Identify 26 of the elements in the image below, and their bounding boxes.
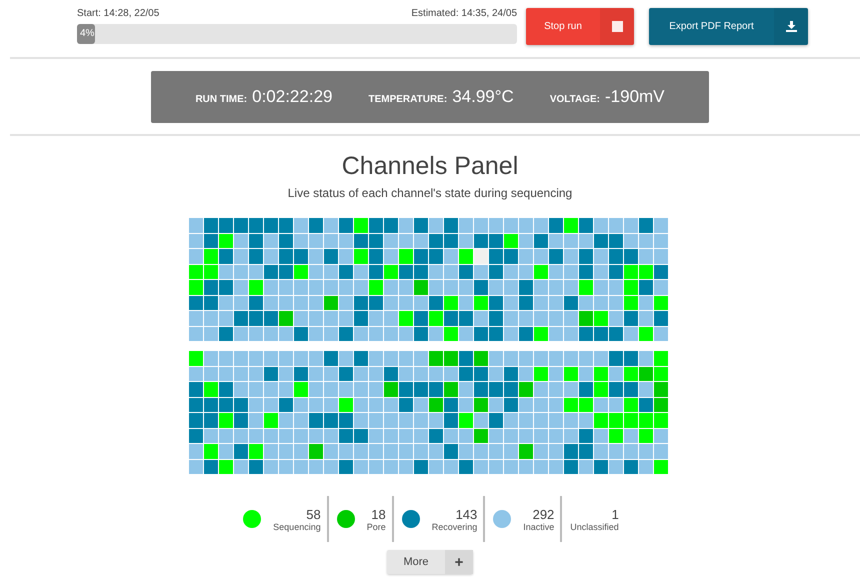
stat-label: TEMPERATURE: — [368, 94, 448, 105]
more-button[interactable]: More + — [387, 550, 473, 574]
estimated-time: Estimated: 14:35, 24/05 — [411, 8, 517, 21]
stat-value: -190mV — [605, 87, 665, 107]
stat-value: 0:02:22:29 — [252, 87, 332, 107]
stat-value: 34.99°C — [452, 87, 514, 107]
stop-icon — [612, 21, 622, 32]
legend-count: 58 — [306, 506, 321, 522]
download-icon — [786, 21, 796, 32]
stop-run-button[interactable]: Stop run — [526, 8, 634, 45]
legend-label: Unclassified — [570, 522, 619, 532]
legend-label: Sequencing — [273, 522, 321, 532]
legend-label: Recovering — [432, 522, 478, 532]
stat-label: RUN TIME: — [195, 94, 248, 105]
legend-count: 292 — [532, 506, 554, 522]
legend-count: 143 — [456, 506, 478, 522]
export-report-button[interactable]: Export PDF Report — [649, 8, 808, 45]
stat-label: VOLTAGE: — [550, 94, 600, 105]
legend-count: 18 — [371, 506, 386, 522]
panel-subtitle: Live status of each channel's state during sequencing — [286, 186, 574, 200]
progress-percent: 4% — [80, 28, 94, 39]
legend-label: Inactive — [523, 522, 554, 532]
start-time: Start: 14:28, 22/05 — [77, 8, 160, 21]
panel-title: Channels Panel — [340, 152, 520, 181]
legend-label: Pore — [366, 522, 386, 532]
legend-count: 1 — [612, 506, 619, 522]
